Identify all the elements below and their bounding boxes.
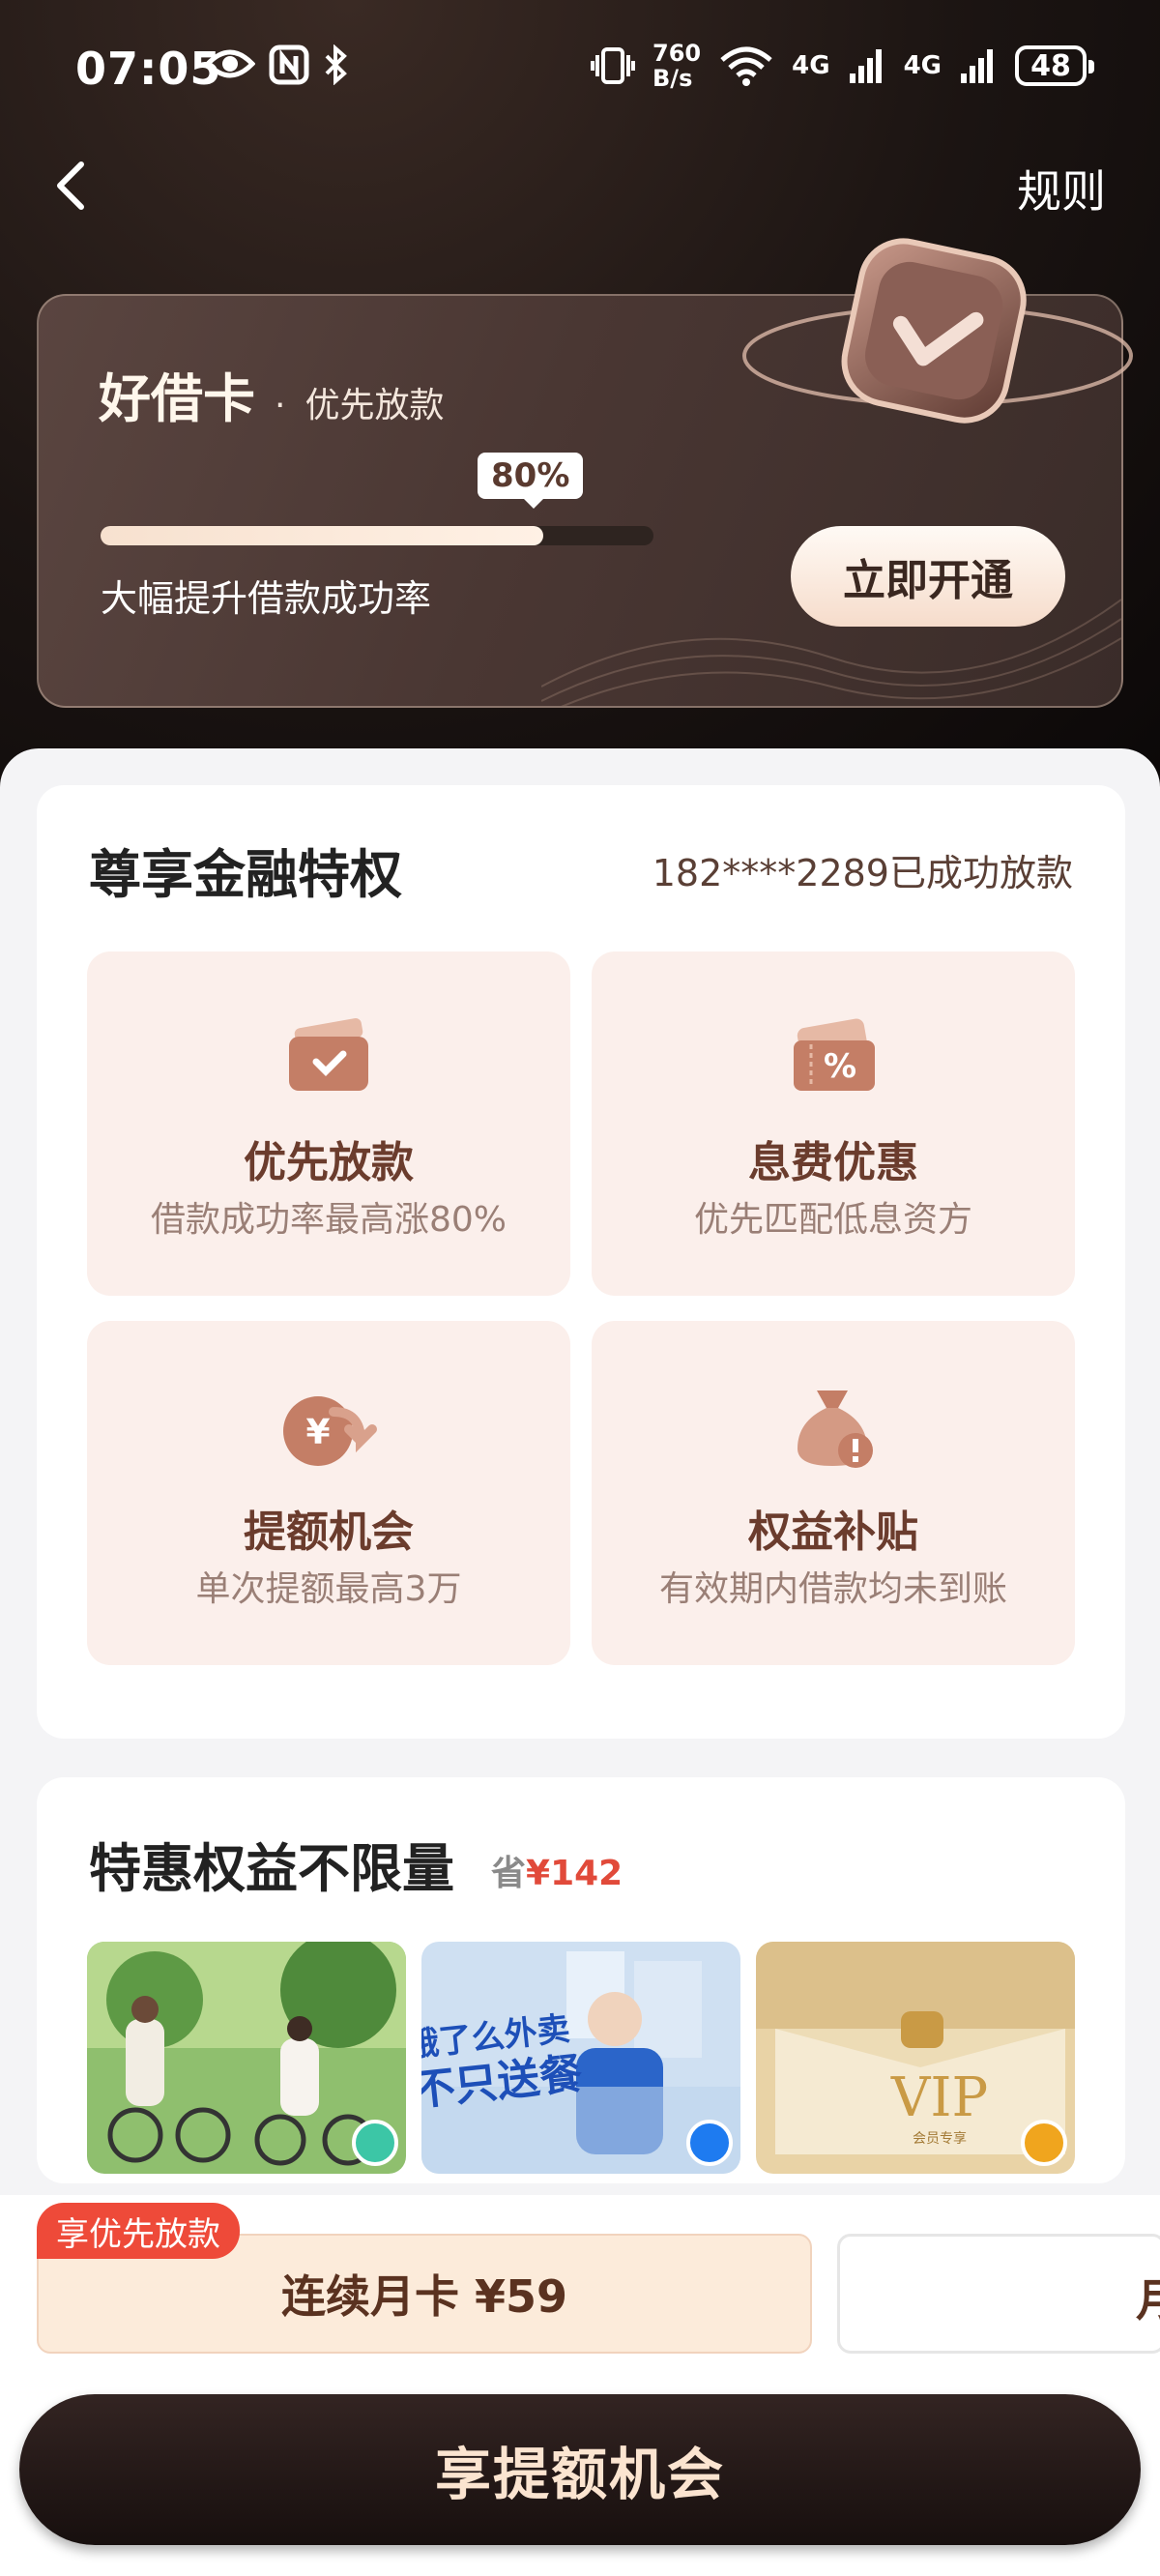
signal-icon-2: [961, 49, 993, 83]
privilege-tile-interest-discount[interactable]: % 息费优惠 优先匹配低息资方: [592, 951, 1075, 1296]
privilege-desc: 借款成功率最高涨80%: [150, 1200, 508, 1240]
privilege-title: 息费优惠: [748, 1138, 918, 1187]
progress-bar-fill: [101, 526, 543, 545]
svg-text:%: %: [824, 1047, 856, 1086]
battery-level: 48: [1030, 48, 1071, 83]
vibrate-icon: [591, 47, 636, 84]
privilege-desc: 优先匹配低息资方: [693, 1200, 972, 1240]
save-amount: ¥142: [526, 1854, 624, 1893]
benefit-image-vip[interactable]: VIP 会员专享: [756, 1942, 1075, 2174]
bluetooth-icon: [325, 44, 347, 85]
plan-option-2[interactable]: 月: [837, 2234, 1160, 2354]
wallet-check-icon: [289, 1018, 368, 1091]
speed-value: 760: [652, 40, 702, 67]
status-time: 07:05: [75, 43, 222, 95]
rules-link[interactable]: 规则: [1017, 157, 1106, 220]
cta-label: 享提额机会: [434, 2442, 725, 2507]
privilege-tile-benefit-subsidy[interactable]: 权益补贴 有效期内借款均未到账: [592, 1321, 1075, 1665]
bike-brand-logo-icon: [352, 2120, 398, 2166]
vip-small-text: 会员专享: [913, 2130, 967, 2147]
svg-text:¥: ¥: [305, 1413, 330, 1452]
status-left-icons: [205, 44, 350, 85]
progress-badge: 80%: [478, 453, 584, 509]
card-subtitle: 优先放款: [304, 386, 445, 425]
card-title-dot: ·: [275, 386, 286, 425]
card-description: 大幅提升借款成功率: [101, 577, 432, 620]
speed-unit: B/s: [652, 65, 693, 92]
privilege-title: 权益补贴: [748, 1508, 918, 1557]
status-right-icons: 760 B/s 4G 4G 48: [591, 41, 1094, 91]
money-bag-alert-icon: [798, 1390, 873, 1468]
card-title: 好借卡: [99, 368, 255, 429]
yuan-up-icon: ¥: [283, 1396, 377, 1466]
privileges-section: 尊享金融特权 182****2289已成功放款 优先放款 借款成功率最高涨80%…: [37, 785, 1125, 1739]
battery-icon: 48: [1015, 45, 1094, 86]
network-type-2: 4G: [903, 51, 942, 80]
privilege-tile-limit-increase[interactable]: ¥ 提额机会 单次提额最高3万: [87, 1321, 570, 1665]
plan2-label: 月: [1136, 2266, 1160, 2329]
benefits-section: 特惠权益不限量 省¥142 饿了么外卖 不只送餐 VIP 会员专享: [37, 1777, 1125, 2183]
benefit-image-eleme[interactable]: 饿了么外卖 不只送餐: [421, 1942, 740, 2174]
benefit-image-bike[interactable]: [87, 1942, 406, 2174]
open-now-button[interactable]: 立即开通: [791, 526, 1065, 627]
benefits-title: 特惠权益不限量: [89, 1838, 454, 1899]
status-bar: 07:05 760 B/s 4G 4G 48: [0, 0, 1160, 145]
vip-text: VIP: [890, 2066, 988, 2129]
wifi-icon: [720, 46, 772, 86]
signal-icon: [849, 49, 882, 83]
back-arrow-icon[interactable]: [43, 155, 104, 217]
privilege-desc: 有效期内借款均未到账: [658, 1569, 1007, 1609]
eleme-logo-icon: [686, 2120, 733, 2166]
promo-tag: 享优先放款: [37, 2203, 240, 2259]
vip-brand-logo-icon: [1021, 2120, 1067, 2166]
privileges-title: 尊享金融特权: [89, 844, 402, 905]
plan1-label: 连续月卡 ¥59: [280, 2270, 568, 2323]
loan-success-note: 182****2289已成功放款: [652, 852, 1073, 894]
cta-button[interactable]: 享提额机会: [19, 2394, 1141, 2545]
privilege-title: 提额机会: [244, 1508, 414, 1557]
network-type-1: 4G: [792, 51, 830, 80]
network-speed: 760 B/s: [652, 41, 701, 91]
save-prefix: 省: [491, 1854, 527, 1893]
nfc-icon: [269, 44, 309, 85]
eye-icon: [205, 49, 255, 78]
privilege-desc: 单次提额最高3万: [195, 1569, 462, 1609]
privilege-title: 优先放款: [244, 1138, 414, 1187]
savings-label: 省¥142: [491, 1845, 623, 1895]
coupon-percent-icon: %: [794, 1018, 875, 1091]
card-title-row: 好借卡 · 优先放款: [99, 356, 444, 432]
checkmark-emblem-icon: [742, 238, 1133, 424]
privilege-tile-priority-loan[interactable]: 优先放款 借款成功率最高涨80%: [87, 951, 570, 1296]
progress-bar: [101, 526, 653, 545]
